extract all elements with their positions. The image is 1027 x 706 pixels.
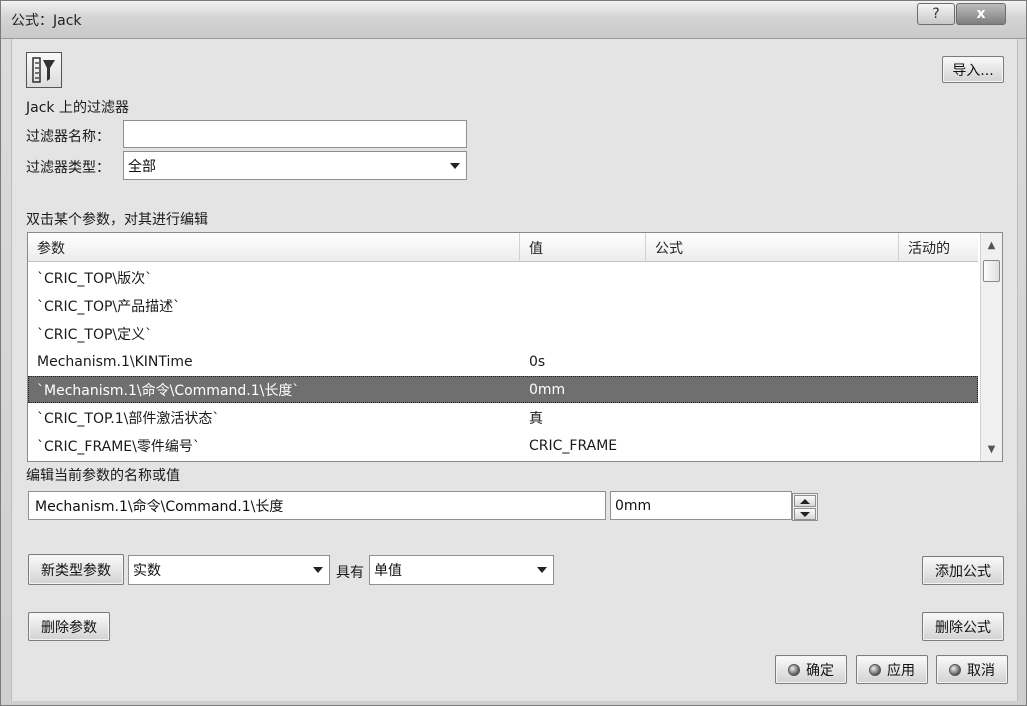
filter-heading: Jack 上的过滤器 (26, 100, 129, 116)
cell-parameter: Mechanism.1\KINTime (37, 353, 193, 370)
apply-icon (869, 663, 881, 676)
table-scrollbar[interactable]: ▲ ▼ (980, 233, 1002, 461)
column-header-parameter[interactable]: 参数 (28, 233, 520, 262)
cell-value: CRIC_FRAME (529, 437, 618, 454)
new-parameter-type-button[interactable]: 新类型参数 (28, 554, 124, 585)
stepper-down-icon[interactable] (794, 508, 816, 520)
chevron-down-icon (537, 567, 547, 573)
column-header-value[interactable]: 值 (520, 233, 646, 262)
close-button[interactable]: x (956, 3, 1006, 25)
parameter-type-value: 实数 (133, 563, 161, 579)
apply-button[interactable]: 应用 (856, 655, 928, 684)
parameter-table[interactable]: 参数 值 公式 活动的 `CRIC_TOP\版次` `CRIC_TOP\产品描述… (27, 232, 1003, 462)
cell-value: 真 (529, 410, 543, 427)
with-label: 具有 (336, 565, 364, 581)
filter-type-label: 过滤器类型： (26, 160, 110, 176)
add-formula-button[interactable]: 添加公式 (922, 556, 1004, 585)
ok-label: 确定 (806, 662, 834, 679)
column-header-formula[interactable]: 公式 (646, 233, 899, 262)
table-row[interactable]: `CRIC_TOP\定义` (28, 320, 978, 347)
parameter-type-select[interactable]: 实数 (128, 555, 330, 585)
chevron-down-icon (313, 567, 323, 573)
apply-label: 应用 (887, 662, 915, 679)
cell-value: 0s (529, 353, 546, 370)
table-instruction: 双击某个参数，对其进行编辑 (26, 212, 208, 228)
cell-parameter: `CRIC_TOP\定义` (37, 326, 153, 343)
cell-value: 0mm (529, 381, 566, 398)
delete-formula-button[interactable]: 删除公式 (922, 612, 1004, 641)
table-row[interactable]: `CRIC_FRAME\零件编号` CRIC_FRAME (28, 432, 978, 459)
title-bar[interactable]: 公式：Jack ? x (1, 1, 1026, 39)
filter-type-value: 全部 (128, 158, 156, 175)
scroll-thumb[interactable] (983, 260, 1000, 282)
edit-label: 编辑当前参数的名称或值 (26, 468, 180, 484)
cell-value (520, 320, 529, 347)
filter-name-label: 过滤器名称： (26, 129, 110, 145)
table-row[interactable]: `CRIC_TOP\版次` (28, 264, 978, 291)
dialog-body: 导入... Jack 上的过滤器 过滤器名称： 过滤器类型： 全部 双击某个参数… (11, 39, 1018, 701)
formula-dialog: 公式：Jack ? x 导入... Jack 上的过滤器 过滤器名称： 过滤器类… (0, 0, 1027, 706)
cancel-label: 取消 (967, 662, 995, 679)
table-row[interactable]: `CRIC_TOP.1\部件激活状态` 真 (28, 404, 978, 431)
help-button[interactable]: ? (917, 3, 955, 25)
filter-parameters-icon[interactable] (26, 52, 62, 88)
table-row[interactable]: Mechanism.1\KINTime 0s (28, 348, 978, 375)
column-header-active[interactable]: 活动的 (899, 233, 978, 262)
window-title: 公式：Jack (11, 13, 82, 29)
filter-type-select[interactable]: 全部 (123, 151, 467, 180)
ok-icon (788, 663, 800, 676)
ok-button[interactable]: 确定 (775, 655, 847, 684)
cell-value (520, 292, 529, 319)
chevron-down-icon (450, 162, 460, 169)
cell-parameter: `CRIC_TOP.1\部件激活状态` (37, 410, 220, 427)
filter-glyph-icon (32, 57, 55, 83)
table-row-selected[interactable]: `Mechanism.1\命令\Command.1\长度` 0mm (28, 376, 978, 403)
cancel-button[interactable]: 取消 (936, 655, 1008, 684)
filter-name-input[interactable] (123, 120, 467, 148)
import-button[interactable]: 导入... (942, 56, 1004, 83)
cancel-icon (949, 663, 961, 676)
value-mode-value: 单值 (374, 563, 402, 579)
scroll-down-icon[interactable]: ▼ (981, 439, 1002, 459)
cell-value (520, 264, 529, 291)
table-row[interactable]: `CRIC_TOP\产品描述` (28, 292, 978, 319)
delete-parameter-button[interactable]: 删除参数 (28, 612, 110, 641)
parameter-name-input[interactable]: Mechanism.1\命令\Command.1\长度 (28, 491, 606, 520)
cell-parameter: `Mechanism.1\命令\Command.1\长度` (37, 382, 300, 399)
cell-parameter: `CRIC_TOP\版次` (37, 270, 153, 287)
value-stepper[interactable] (792, 493, 818, 521)
table-header: 参数 值 公式 活动的 (28, 233, 978, 262)
scroll-up-icon[interactable]: ▲ (981, 235, 1002, 255)
cell-parameter: `CRIC_TOP\产品描述` (37, 298, 181, 315)
value-mode-select[interactable]: 单值 (369, 555, 554, 585)
stepper-up-icon[interactable] (794, 495, 816, 507)
cell-parameter: `CRIC_FRAME\零件编号` (37, 438, 200, 455)
parameter-value-input[interactable]: 0mm (610, 491, 792, 520)
